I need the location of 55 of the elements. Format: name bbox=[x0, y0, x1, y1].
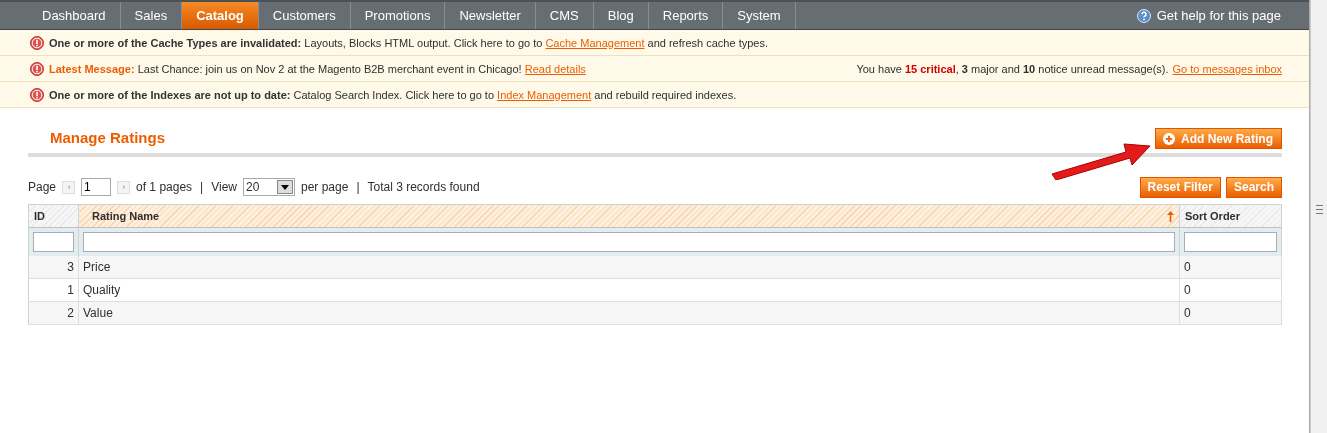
error-icon bbox=[30, 87, 44, 102]
nav-tab[interactable]: CMS bbox=[535, 2, 594, 29]
previous-page-button[interactable] bbox=[62, 180, 76, 194]
per-page-select[interactable]: 20 bbox=[243, 178, 295, 196]
page-title: Manage Ratings bbox=[50, 129, 166, 146]
help-link[interactable]: Get help for this page bbox=[1136, 2, 1281, 29]
separator: | bbox=[356, 180, 360, 194]
right-arrow-icon bbox=[120, 184, 127, 190]
plus-icon bbox=[1163, 132, 1175, 145]
pager-label: Page bbox=[28, 180, 57, 194]
sort-arrow-icon bbox=[1167, 210, 1174, 222]
error-icon bbox=[30, 61, 44, 76]
table-cell: Value bbox=[78, 301, 1180, 325]
help-icon bbox=[1136, 8, 1151, 23]
message-text: Latest Message: Last Chance: join us on Nov 2 at the Magento B2B merchant event in Chicago! Read details bbox=[49, 62, 586, 75]
table-cell: 2 bbox=[28, 301, 79, 325]
filter-field[interactable] bbox=[1184, 232, 1277, 252]
table-cell: 0 bbox=[1179, 278, 1282, 302]
message-link[interactable]: Index Management bbox=[497, 88, 592, 101]
nav-tab[interactable]: Reports bbox=[648, 2, 724, 29]
separator: | bbox=[200, 180, 204, 194]
dropdown-icon bbox=[281, 184, 289, 190]
inbox-link[interactable]: Go to messages inbox bbox=[1172, 62, 1282, 75]
nav-tab[interactable]: System bbox=[723, 2, 796, 29]
per-page-label: per page bbox=[301, 180, 349, 194]
table-cell: 3 bbox=[28, 256, 79, 279]
column-header[interactable]: Sort Order bbox=[1179, 204, 1282, 228]
column-header[interactable]: Rating Name bbox=[78, 204, 1180, 228]
scrollbar[interactable] bbox=[1310, 0, 1327, 433]
table-cell: Quality bbox=[78, 278, 1180, 302]
nav-tab[interactable]: Catalog bbox=[182, 2, 259, 29]
left-arrow-icon bbox=[65, 184, 72, 190]
nav-tab[interactable]: Newsletter bbox=[445, 2, 536, 29]
page-count: of 1 pages bbox=[136, 180, 193, 194]
message-link[interactable]: Cache Management bbox=[545, 36, 645, 49]
inbox-summary: You have 15 critical, 3 major and 10 notice unread message(s). bbox=[856, 62, 1169, 75]
message-link[interactable]: Read details bbox=[524, 62, 586, 75]
nav-tab[interactable]: Blog bbox=[593, 2, 649, 29]
view-label: View bbox=[211, 180, 237, 194]
filter-field[interactable] bbox=[33, 232, 74, 252]
message-text: One or more of the Cache Types are invalidated: Layouts, Blocks HTML output. Click here to go to Cache Management and refresh cache types. bbox=[49, 36, 768, 49]
page-input[interactable]: 1 bbox=[81, 178, 112, 196]
nav-tab[interactable]: Promotions bbox=[350, 2, 446, 29]
record-count: Total 3 records found bbox=[367, 180, 480, 194]
add-rating-button[interactable]: Add New Rating bbox=[1155, 128, 1282, 149]
nav-tab[interactable]: Dashboard bbox=[28, 2, 121, 29]
table-cell: 1 bbox=[28, 278, 79, 302]
message-text: One or more of the Indexes are not up to date: Catalog Search Index. Click here to go to Index Management and rebuild required indexes. bbox=[49, 88, 737, 101]
next-page-button[interactable] bbox=[117, 180, 131, 194]
nav-tab[interactable]: Customers bbox=[258, 2, 351, 29]
error-icon bbox=[30, 35, 44, 50]
table-cell: Price bbox=[78, 256, 1180, 279]
column-header[interactable]: ID bbox=[28, 204, 79, 228]
table-cell: 0 bbox=[1179, 256, 1282, 279]
filter-field[interactable] bbox=[83, 232, 1175, 252]
